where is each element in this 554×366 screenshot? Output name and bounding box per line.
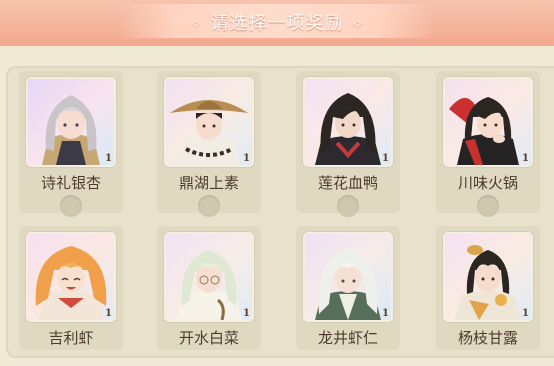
quantity-badge: 1 <box>522 153 529 164</box>
character-portrait-white-hair: 1 <box>305 234 391 320</box>
title-text: 请选择一项奖励 <box>210 13 344 34</box>
reward-name: 吉利虾 <box>48 329 94 347</box>
select-radio[interactable] <box>477 195 499 217</box>
reward-name: 鼎湖上素 <box>178 174 239 192</box>
reward-name: 开水白菜 <box>178 329 239 347</box>
character-portrait-red-black: 1 <box>445 79 531 165</box>
reward-name: 诗礼银杏 <box>40 174 101 192</box>
sparkle-right-icon: ✧ <box>351 17 365 33</box>
select-radio[interactable] <box>198 195 220 217</box>
select-radio[interactable] <box>60 195 82 217</box>
reward-name: 杨枝甘露 <box>457 329 518 347</box>
page-title: ✧ 请选择一项奖励 ✧ <box>0 9 554 35</box>
quantity-badge: 1 <box>243 308 250 319</box>
quantity-badge: 1 <box>382 308 389 319</box>
reward-name: 龙井虾仁 <box>317 329 378 347</box>
reward-card-5[interactable]: 1 吉利虾 <box>19 226 123 350</box>
character-portrait-orange-hair: 1 <box>28 234 114 320</box>
reward-card-7[interactable]: 1 龙井虾仁 <box>296 226 400 350</box>
character-portrait-straw-hat: 1 <box>166 79 252 165</box>
reward-card-2[interactable]: 1 鼎湖上素 <box>157 71 261 217</box>
reward-card-1[interactable]: 1 诗礼银杏 <box>19 71 123 217</box>
quantity-badge: 1 <box>243 153 250 164</box>
sparkle-left-icon: ✧ <box>189 17 203 33</box>
character-portrait-dark-hair: 1 <box>305 79 391 165</box>
reward-card-3[interactable]: 1 莲花血鸭 <box>296 71 400 217</box>
character-portrait-silver-hair: 1 <box>28 79 114 165</box>
header-banner: ✧ 请选择一项奖励 ✧ <box>0 0 554 46</box>
quantity-badge: 1 <box>105 308 112 319</box>
character-portrait-pale-green-hair: 1 <box>166 234 252 320</box>
reward-card-4[interactable]: 1 川味火锅 <box>436 71 540 217</box>
reward-card-8[interactable]: 1 杨枝甘露 <box>436 226 540 350</box>
reward-name: 莲花血鸭 <box>317 174 378 192</box>
quantity-badge: 1 <box>382 153 389 164</box>
character-portrait-dark-hair-gold: 1 <box>445 234 531 320</box>
quantity-badge: 1 <box>105 153 112 164</box>
reward-name: 川味火锅 <box>457 174 518 192</box>
select-radio[interactable] <box>337 195 359 217</box>
reward-card-6[interactable]: 1 开水白菜 <box>157 226 261 350</box>
quantity-badge: 1 <box>522 308 529 319</box>
